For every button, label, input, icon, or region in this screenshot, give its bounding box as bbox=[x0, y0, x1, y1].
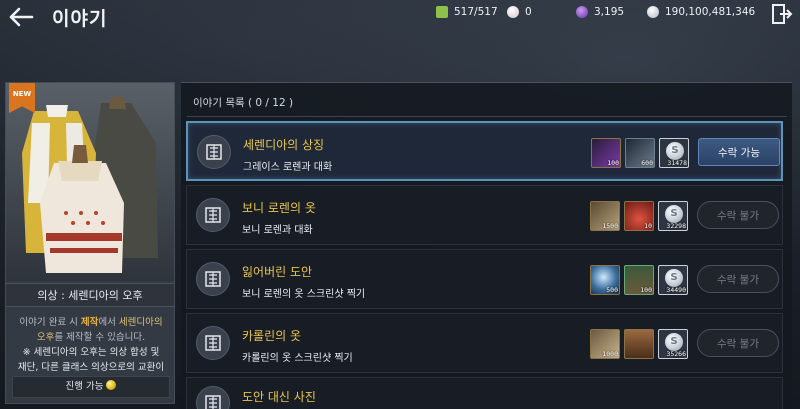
red-potion-icon[interactable]: 10 bbox=[624, 201, 654, 231]
reward-count: 100 bbox=[607, 159, 619, 167]
silver-coin-glyph: S bbox=[666, 142, 684, 160]
reward-count: 34490 bbox=[666, 286, 686, 294]
quest-book-icon bbox=[196, 198, 230, 232]
divider bbox=[187, 116, 787, 117]
quest-objective: 보니 로렌의 옷 스크린샷 찍기 bbox=[242, 289, 366, 300]
contribution-resource: 517/517 bbox=[436, 4, 498, 20]
story-list-title: 이야기 목록 ( 0 / 12 ) bbox=[193, 97, 294, 109]
reward-count: 1500 bbox=[602, 222, 618, 230]
crystal-orb-icon[interactable]: 500 bbox=[590, 265, 620, 295]
accept-button[interactable]: 수락 가능 bbox=[698, 138, 780, 166]
quest-book-icon bbox=[196, 326, 230, 360]
costume-description: 이야기 완료 시 제작에서 세렌디아의 오후를 제작할 수 있습니다. ※ 세렌… bbox=[12, 315, 170, 375]
quest-name: 세렌디아의 상징 bbox=[243, 138, 325, 152]
silver-value: 190,100,481,346 bbox=[665, 6, 756, 18]
quest-name: 보니 로렌의 옷 bbox=[242, 201, 316, 215]
progress-status[interactable]: 진행 가능 bbox=[12, 376, 170, 398]
silver-coin-icon[interactable]: S 35266 bbox=[658, 329, 688, 359]
quest-name: 도안 대신 사진 bbox=[242, 390, 316, 404]
fabric-icon[interactable]: 1500 bbox=[590, 201, 620, 231]
silver-coin-icon[interactable]: S 34490 bbox=[658, 265, 688, 295]
gold-coin-icon bbox=[106, 380, 117, 390]
reward-count: 10 bbox=[644, 222, 652, 230]
quest-book-icon bbox=[196, 386, 230, 409]
quest-book-icon bbox=[196, 262, 230, 296]
chest-icon[interactable]: 100 bbox=[624, 265, 654, 295]
pearl-resource: 0 bbox=[507, 4, 532, 20]
progress-label: 진행 가능 bbox=[65, 381, 104, 392]
contribution-value: 517/517 bbox=[454, 6, 498, 18]
quest-row[interactable]: 잃어버린 도안 보니 로렌의 옷 스크린샷 찍기 500 100 S 34490 … bbox=[186, 249, 783, 309]
unavailable-button[interactable]: 수락 불가 bbox=[697, 329, 779, 357]
costume-card[interactable]: NEW 의상 : 세렌디아의 오후 이야기 완료 시 제작에서 세렌디아의 오후… bbox=[5, 82, 175, 404]
metal-ingot-icon[interactable]: 600 bbox=[625, 138, 655, 168]
quest-book-icon bbox=[197, 135, 231, 169]
silver-coin-glyph: S bbox=[665, 333, 683, 351]
energy-resource: 3,195 bbox=[576, 4, 624, 20]
pearl-icon bbox=[507, 6, 519, 18]
desc-highlight-craft: 제작 bbox=[80, 317, 99, 328]
reward-count: 31478 bbox=[667, 159, 687, 167]
costume-illustration bbox=[6, 83, 174, 281]
quest-objective: 보니 로렌과 대화 bbox=[242, 225, 313, 236]
silver-coin-icon[interactable]: S 31478 bbox=[659, 138, 689, 168]
energy-value: 3,195 bbox=[594, 6, 625, 18]
quest-objective: 카롤린의 옷 스크린샷 찍기 bbox=[242, 353, 353, 364]
unavailable-button[interactable]: 수락 불가 bbox=[697, 201, 779, 229]
silver-coin-glyph: S bbox=[665, 205, 683, 223]
desc-highlight-costume: 오후 bbox=[36, 332, 55, 343]
unavailable-button[interactable]: 수락 불가 bbox=[697, 265, 779, 293]
quest-row[interactable]: 보니 로렌의 옷 보니 로렌과 대화 1500 10 S 32298 수락 불가 bbox=[186, 185, 783, 245]
wooden-box-icon[interactable] bbox=[624, 329, 654, 359]
scroll-icon[interactable]: 1000 bbox=[590, 329, 620, 359]
reward-count: 500 bbox=[606, 286, 618, 294]
desc-highlight-costume: 세렌디아의 bbox=[118, 317, 163, 328]
contribution-icon bbox=[436, 6, 448, 18]
quest-row[interactable]: 카롤린의 옷 카롤린의 옷 스크린샷 찍기 1000 S 35266 수락 불가 bbox=[186, 313, 783, 373]
quest-objective: 그레이스 로렌과 대화 bbox=[243, 162, 333, 173]
top-bar: 이야기 517/517 0 3,195 190,100,481,346 bbox=[0, 0, 800, 34]
reward-count: 100 bbox=[640, 286, 652, 294]
desc-note: 재단, 다른 클래스 의상으로의 교환이 bbox=[17, 362, 165, 373]
desc-text: 에서 bbox=[98, 317, 119, 328]
desc-text: 이야기 완료 시 bbox=[19, 317, 81, 328]
silver-coin-glyph: S bbox=[665, 269, 683, 287]
desc-note: ※ 세렌디아의 오후는 의상 합성 및 bbox=[22, 347, 160, 358]
pearl-value: 0 bbox=[525, 6, 532, 18]
purple-gem-icon[interactable]: 100 bbox=[591, 138, 621, 168]
quest-row[interactable]: 도안 대신 사진 bbox=[186, 377, 783, 409]
reward-count: 1000 bbox=[602, 350, 618, 358]
silver-icon bbox=[647, 6, 659, 18]
quest-name: 잃어버린 도안 bbox=[242, 265, 313, 279]
reward-count: 35266 bbox=[666, 350, 686, 358]
quest-name: 카롤린의 옷 bbox=[242, 329, 302, 343]
story-list-panel: 이야기 목록 ( 0 / 12 ) 세렌디아의 상징 그레이스 로렌과 대화 1… bbox=[181, 82, 792, 409]
exit-icon[interactable] bbox=[771, 3, 793, 25]
quest-row[interactable]: 세렌디아의 상징 그레이스 로렌과 대화 100 600 S 31478 수락 가… bbox=[186, 121, 783, 181]
desc-text: 를 제작할 수 있습니다. bbox=[54, 332, 146, 343]
reward-count: 600 bbox=[641, 159, 653, 167]
page-title: 이야기 bbox=[52, 8, 108, 30]
costume-name: 의상 : 세렌디아의 오후 bbox=[6, 283, 174, 307]
energy-icon bbox=[576, 6, 588, 18]
reward-count: 32298 bbox=[666, 222, 686, 230]
silver-coin-icon[interactable]: S 32298 bbox=[658, 201, 688, 231]
silver-resource: 190,100,481,346 bbox=[647, 4, 755, 20]
back-arrow-icon[interactable] bbox=[8, 6, 34, 28]
